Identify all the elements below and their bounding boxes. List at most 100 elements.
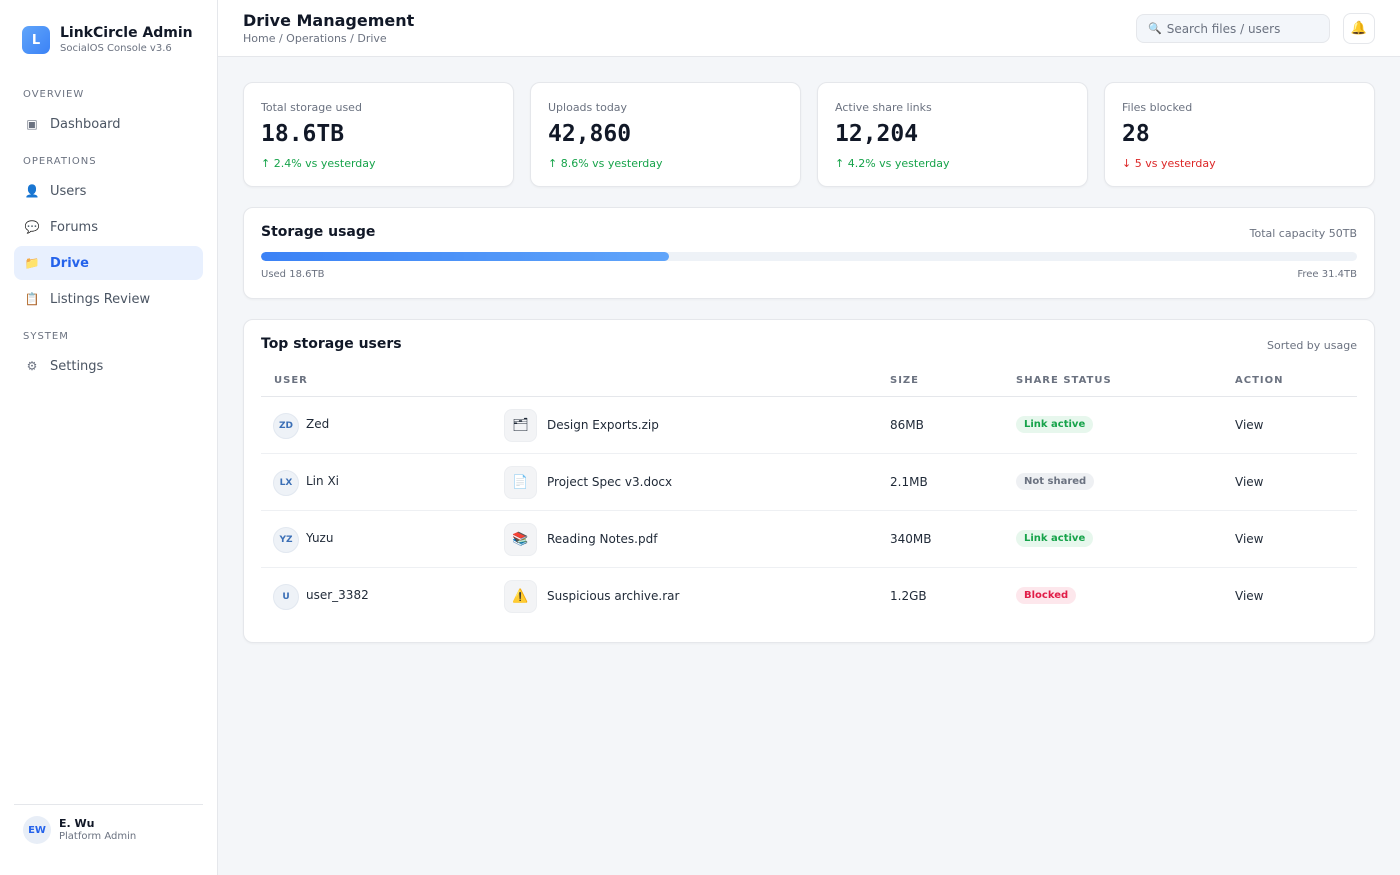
table-row[interactable]: ZD Zed 🗂 Design Exports.zip 86MB Link ac… — [261, 397, 1357, 454]
sidebar-item-label: Listings Review — [50, 291, 151, 307]
stat-label: Files blocked — [1122, 101, 1193, 114]
sidebar-item-label: Drive — [50, 255, 89, 271]
stat-value: 18.6TB — [261, 121, 345, 147]
search-icon: 🔍 — [1148, 22, 1162, 35]
table-row[interactable]: U user_3382 ⚠️ Suspicious archive.rar 1.… — [261, 568, 1357, 625]
user-name: Zed — [306, 417, 330, 431]
stat-delta: ↑ 4.2% vs yesterday — [835, 157, 950, 170]
dashboard-icon: ▣ — [26, 117, 38, 131]
folder-icon: 📁 — [24, 256, 40, 270]
stat-label: Active share links — [835, 101, 932, 114]
stat-card-blocked: Files blocked 28 ↓ 5 vs yesterday — [1104, 82, 1375, 187]
column-header-size[interactable]: SIZE — [890, 375, 919, 386]
gear-icon: ⚙ — [26, 359, 38, 373]
stat-value: 42,860 — [548, 121, 632, 147]
column-header-action: ACTION — [1235, 375, 1284, 386]
capacity-label: Total capacity 50TB — [1249, 227, 1357, 240]
table-row[interactable]: YZ Yuzu 📚 Reading Notes.pdf 340MB Link a… — [261, 511, 1357, 568]
top-header: Drive Management Home / Operations / Dri… — [218, 0, 1400, 57]
avatar: LX — [273, 470, 299, 496]
status-badge: Blocked — [1016, 587, 1077, 604]
view-button[interactable]: View — [1235, 475, 1263, 489]
search-input[interactable]: 🔍 Search files / users — [1136, 14, 1330, 43]
view-button[interactable]: View — [1235, 589, 1263, 603]
notifications-button[interactable]: 🔔 — [1343, 13, 1375, 44]
nav-section-operations: OPERATIONS — [23, 156, 97, 167]
stat-card-storage: Total storage used 18.6TB ↑ 2.4% vs yest… — [243, 82, 514, 187]
nav-section-overview: OVERVIEW — [23, 89, 85, 100]
brand-logo: L — [22, 26, 50, 54]
bell-icon: 🔔 — [1350, 21, 1368, 36]
search-placeholder: Search files / users — [1166, 21, 1281, 36]
column-header-user[interactable]: USER — [274, 375, 308, 386]
storage-progress-bar — [261, 252, 1357, 261]
file-name: Design Exports.zip — [547, 418, 659, 432]
user-name: Yuzu — [306, 531, 334, 545]
sidebar-item-users[interactable]: 👤 Users — [14, 174, 203, 208]
document-icon: 📄 — [504, 466, 537, 499]
books-icon: 📚 — [504, 523, 537, 556]
user-name: user_3382 — [306, 588, 369, 602]
file-size: 1.2GB — [890, 589, 927, 603]
sidebar-item-label: Dashboard — [50, 116, 121, 132]
free-label: Free 31.4TB — [1297, 269, 1357, 280]
warning-icon: ⚠️ — [504, 580, 537, 613]
page-title: Drive Management — [243, 11, 415, 30]
nav-section-system: SYSTEM — [23, 331, 69, 342]
sidebar-item-label: Forums — [50, 219, 98, 235]
breadcrumb[interactable]: Home / Operations / Drive — [243, 32, 387, 45]
stat-label: Uploads today — [548, 101, 628, 114]
sidebar-item-forums[interactable]: 💬 Forums — [14, 210, 203, 244]
avatar: ZD — [273, 413, 299, 439]
table-row[interactable]: LX Lin Xi 📄 Project Spec v3.docx 2.1MB N… — [261, 454, 1357, 511]
stat-value: 28 — [1122, 121, 1150, 147]
brand-version: SocialOS Console v3.6 — [60, 43, 172, 54]
view-button[interactable]: View — [1235, 532, 1263, 546]
stat-label: Total storage used — [261, 101, 362, 114]
sidebar-divider — [14, 804, 203, 805]
brand[interactable]: L LinkCircle Admin SocialOS Console v3.6 — [22, 25, 193, 55]
sidebar: L LinkCircle Admin SocialOS Console v3.6… — [0, 0, 218, 875]
status-badge: Link active — [1016, 416, 1094, 433]
user-name: E. Wu — [59, 817, 95, 830]
storage-progress-fill — [261, 252, 669, 261]
sidebar-item-listings-review[interactable]: 📋 Listings Review — [14, 282, 203, 316]
stat-card-uploads: Uploads today 42,860 ↑ 8.6% vs yesterday — [530, 82, 801, 187]
file-size: 340MB — [890, 532, 932, 546]
sort-label[interactable]: Sorted by usage — [1267, 339, 1357, 352]
file-size: 86MB — [890, 418, 924, 432]
sidebar-item-settings[interactable]: ⚙ Settings — [14, 349, 203, 383]
top-storage-users-card: Top storage users Sorted by usage USER S… — [243, 319, 1375, 643]
sidebar-item-dashboard[interactable]: ▣ Dashboard — [14, 107, 203, 141]
sidebar-item-drive[interactable]: 📁 Drive — [14, 246, 203, 280]
file-size: 2.1MB — [890, 475, 928, 489]
file-name: Reading Notes.pdf — [547, 532, 658, 546]
stat-delta: ↓ 5 vs yesterday — [1122, 157, 1216, 170]
user-role: Platform Admin — [59, 831, 137, 842]
avatar: YZ — [273, 527, 299, 553]
card-title: Storage usage — [261, 224, 376, 240]
user-icon: 👤 — [24, 184, 40, 198]
archive-icon: 🗂 — [504, 409, 537, 442]
avatar: EW — [23, 816, 51, 844]
chat-bubble-icon: 💬 — [24, 220, 40, 234]
stat-card-share-links: Active share links 12,204 ↑ 4.2% vs yest… — [817, 82, 1088, 187]
stat-delta: ↑ 2.4% vs yesterday — [261, 157, 376, 170]
storage-usage-card: Storage usage Total capacity 50TB Used 1… — [243, 207, 1375, 299]
status-badge: Link active — [1016, 530, 1094, 547]
user-name: Lin Xi — [306, 474, 339, 488]
clipboard-icon: 📋 — [24, 292, 40, 306]
column-header-share-status[interactable]: SHARE STATUS — [1016, 375, 1112, 386]
status-badge: Not shared — [1016, 473, 1095, 490]
avatar: U — [273, 584, 299, 610]
stat-delta: ↑ 8.6% vs yesterday — [548, 157, 663, 170]
brand-name: LinkCircle Admin — [60, 25, 193, 41]
stat-value: 12,204 — [835, 121, 919, 147]
file-name: Project Spec v3.docx — [547, 475, 673, 489]
view-button[interactable]: View — [1235, 418, 1263, 432]
used-label: Used 18.6TB — [261, 269, 325, 280]
current-user[interactable]: EW E. Wu Platform Admin — [23, 816, 136, 844]
sidebar-item-label: Settings — [50, 358, 104, 374]
sidebar-item-label: Users — [50, 183, 87, 199]
card-title: Top storage users — [261, 336, 402, 352]
